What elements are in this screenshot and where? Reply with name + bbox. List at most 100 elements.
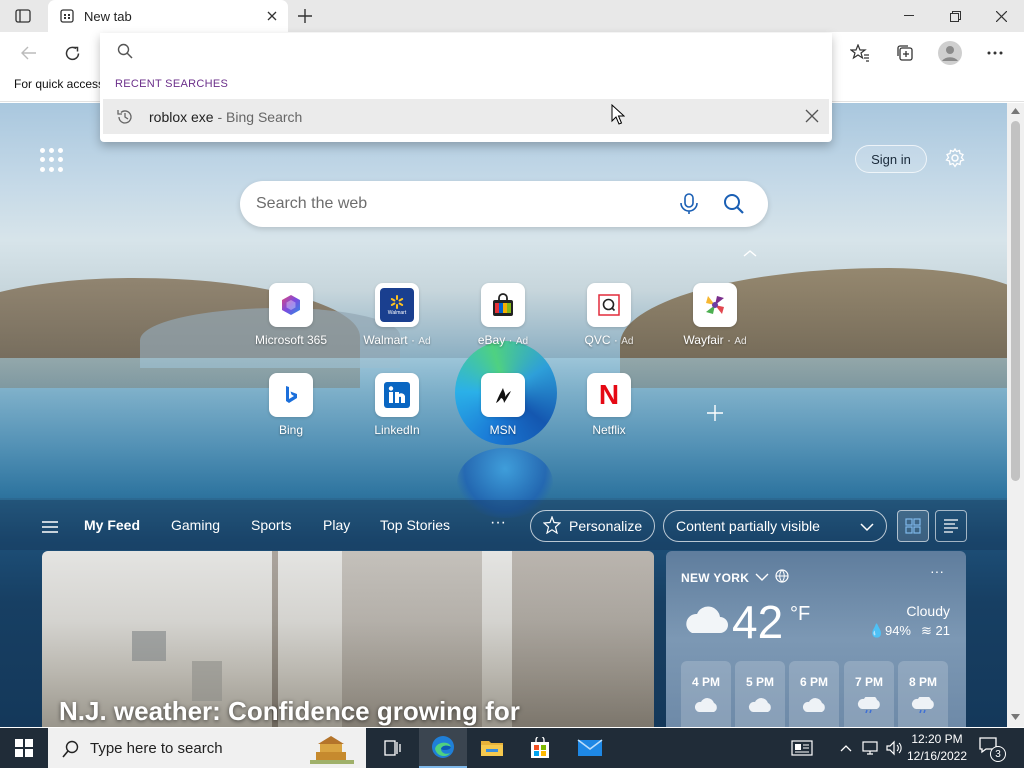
screen: New tab For quick access Sign in Search … xyxy=(0,0,1024,768)
hourly-forecast[interactable]: 8 PM xyxy=(898,661,948,727)
ad-label: Ad xyxy=(621,336,634,347)
close-window-button[interactable] xyxy=(978,0,1024,32)
content-visibility-dropdown[interactable]: Content partially visible xyxy=(663,510,887,542)
qvc-icon xyxy=(587,283,631,327)
close-tab-icon[interactable] xyxy=(264,8,280,24)
ad-label: Ad xyxy=(418,336,431,347)
weather-stats: 💧94% ≋ 21 xyxy=(869,623,950,639)
ebay-icon xyxy=(481,283,525,327)
task-view-icon xyxy=(384,740,401,756)
globe-icon[interactable] xyxy=(775,569,789,586)
collections-icon[interactable] xyxy=(890,38,920,68)
scrollbar-thumb[interactable] xyxy=(1011,121,1020,481)
refresh-button[interactable] xyxy=(57,38,87,68)
search-icon[interactable] xyxy=(722,192,746,216)
microphone-icon[interactable] xyxy=(678,192,700,216)
quick-link-label: QVC xyxy=(584,333,611,347)
network-icon[interactable] xyxy=(860,728,882,768)
quick-link-qvc[interactable]: QVC · Ad xyxy=(564,283,654,353)
quick-link-netflix[interactable]: N Netflix xyxy=(564,373,654,443)
hour-label: 6 PM xyxy=(799,675,828,689)
new-tab-button[interactable] xyxy=(294,5,316,27)
hourly-forecast[interactable]: 7 PM xyxy=(844,661,894,727)
sign-in-button[interactable]: Sign in xyxy=(855,145,927,173)
news-card[interactable]: N.J. weather: Confidence growing for xyxy=(42,551,654,727)
news-and-interests-icon[interactable] xyxy=(786,728,818,768)
task-view-button[interactable] xyxy=(368,728,416,768)
quick-link-walmart[interactable]: Walmart Walmart · Ad xyxy=(352,283,442,353)
suggestion-query: roblox exe xyxy=(149,109,214,125)
taskbar-store[interactable] xyxy=(516,728,564,768)
minimize-button[interactable] xyxy=(886,0,932,32)
taskbar-edge[interactable] xyxy=(419,728,467,768)
quick-link-label: MSN xyxy=(489,423,517,437)
title-bar: New tab xyxy=(0,0,1024,32)
hour-label: 4 PM xyxy=(691,675,720,689)
mail-icon xyxy=(577,739,603,756)
profile-avatar[interactable] xyxy=(935,38,965,68)
volume-icon[interactable] xyxy=(884,728,904,768)
remove-suggestion-icon[interactable] xyxy=(805,109,819,123)
quick-link-label: eBay xyxy=(477,333,506,347)
page-settings-icon[interactable] xyxy=(942,145,968,171)
feed-tab-gaming[interactable]: Gaming xyxy=(171,517,220,533)
restore-button[interactable] xyxy=(932,0,978,32)
web-search-box[interactable]: Search the web xyxy=(240,181,768,227)
add-shortcut-icon[interactable] xyxy=(703,401,727,425)
quick-link-microsoft-365[interactable]: Microsoft 365 xyxy=(246,283,336,353)
hourly-forecast[interactable]: 6 PM xyxy=(789,661,839,727)
quick-link-label: Wayfair xyxy=(683,333,724,347)
add-favorite-icon[interactable] xyxy=(845,38,875,68)
hourly-forecast[interactable]: 5 PM xyxy=(735,661,785,727)
cloud-icon xyxy=(680,603,730,637)
netflix-icon-text: N xyxy=(598,379,620,410)
address-bar-suggestions: RECENT SEARCHES roblox exe - Bing Search xyxy=(100,33,832,142)
wind-value: 21 xyxy=(935,623,950,638)
feed-tab-play[interactable]: Play xyxy=(323,517,350,533)
quick-link-linkedin[interactable]: LinkedIn xyxy=(352,373,442,443)
tab-actions-icon[interactable] xyxy=(12,7,34,25)
weather-more-button[interactable]: ··· xyxy=(930,563,944,579)
web-search-placeholder: Search the web xyxy=(256,195,368,212)
microsoft-365-icon xyxy=(269,283,313,327)
wind-stat: ≋ 21 xyxy=(921,623,950,639)
search-icon xyxy=(117,43,135,61)
search-highlight-illustration-icon xyxy=(298,732,358,764)
app-launcher-icon[interactable] xyxy=(40,148,64,172)
taskbar-file-explorer[interactable] xyxy=(468,728,516,768)
weather-card[interactable]: NEW YORK ··· 42 °F Cloudy 💧94% ≋ 21 4 PM xyxy=(666,551,966,727)
vertical-scrollbar[interactable] xyxy=(1007,103,1024,727)
suggestion-item[interactable]: roblox exe - Bing Search xyxy=(103,99,829,134)
feed-tab-sports[interactable]: Sports xyxy=(251,517,291,533)
mouse-cursor-icon xyxy=(611,103,626,126)
wayfair-icon xyxy=(693,283,737,327)
quick-link-wayfair[interactable]: Wayfair · Ad xyxy=(670,283,760,353)
feed-tab-my-feed[interactable]: My Feed xyxy=(84,517,140,533)
quick-link-ebay[interactable]: eBay · Ad xyxy=(458,283,548,353)
feed-tab-top-stories[interactable]: Top Stories xyxy=(380,517,450,533)
quick-link-bing[interactable]: Bing xyxy=(246,373,336,443)
taskbar-clock[interactable]: 12:20 PM 12/16/2022 xyxy=(905,731,969,765)
hourly-forecast[interactable]: 4 PM xyxy=(681,661,731,727)
msn-icon xyxy=(481,373,525,417)
weather-location-selector[interactable]: NEW YORK xyxy=(681,569,789,586)
taskbar-search-box[interactable]: Type here to search xyxy=(48,728,366,768)
back-button[interactable] xyxy=(14,38,44,68)
grid-layout-button[interactable] xyxy=(897,510,929,542)
personalize-button[interactable]: Personalize xyxy=(530,510,655,542)
more-tabs-button[interactable]: ··· xyxy=(490,514,506,532)
menu-icon[interactable] xyxy=(42,520,58,533)
start-button[interactable] xyxy=(0,728,48,768)
taskbar-mail[interactable] xyxy=(566,728,614,768)
show-hidden-icons-button[interactable] xyxy=(836,728,856,768)
tab-title: New tab xyxy=(84,8,132,24)
tab-new-tab[interactable]: New tab xyxy=(48,0,288,32)
settings-more-icon[interactable] xyxy=(980,38,1010,68)
collapse-chevron-icon[interactable] xyxy=(741,245,759,259)
scroll-up-icon[interactable] xyxy=(1011,107,1020,115)
scroll-down-icon[interactable] xyxy=(1011,713,1020,721)
action-center-button[interactable]: 3 xyxy=(978,736,1006,762)
walmart-icon-text: Walmart xyxy=(387,309,407,316)
list-layout-button[interactable] xyxy=(935,510,967,542)
quick-link-msn[interactable]: MSN xyxy=(458,373,548,443)
